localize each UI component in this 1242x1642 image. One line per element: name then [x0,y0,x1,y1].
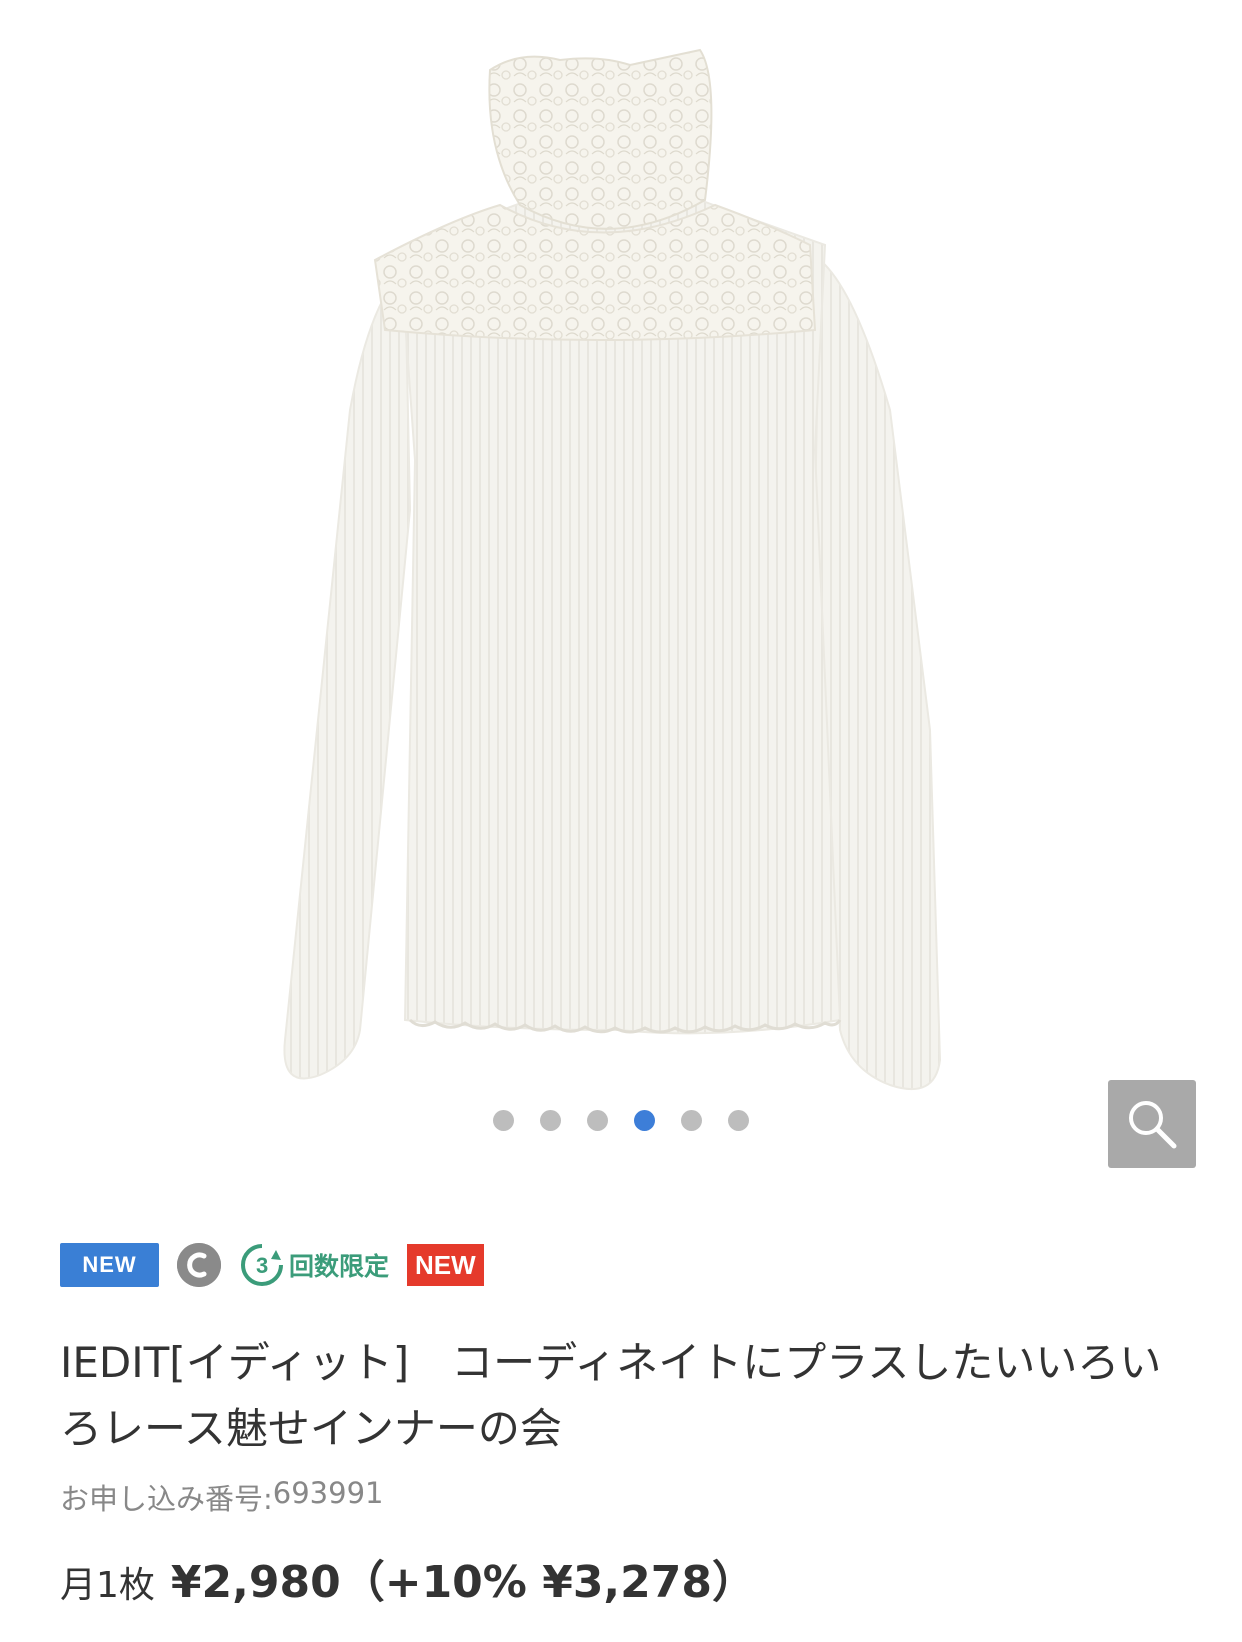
c-circle-icon [177,1243,221,1287]
order-number-label: お申し込み番号: [60,1482,273,1516]
product-image-carousel[interactable] [0,0,1242,1200]
magnifier-icon [1129,1101,1177,1149]
price: ¥2,980（+10% ¥3,278） [170,1557,756,1608]
price-row: 月1枚 ¥2,980（+10% ¥3,278） [60,1546,756,1610]
order-number-value: 693991 [272,1476,384,1510]
carousel-dot-2[interactable] [540,1110,561,1131]
carousel-dot-6[interactable] [728,1110,749,1131]
carousel-dot-1[interactable] [493,1110,514,1131]
limit-text: 回数限定 [289,1252,390,1281]
order-number: お申し込み番号: 693991 [60,1476,384,1518]
carousel-dot-3[interactable] [587,1110,608,1131]
limited-times-badge: 3 回数限定 [239,1242,389,1288]
price-unit: 月1枚 [60,1565,155,1606]
carousel-dot-4[interactable] [634,1110,655,1131]
limit-count-icon: 3 [241,1244,283,1286]
product-badges: NEW 3 回数限定 NEW [60,1242,484,1288]
new-badge-red: NEW [407,1244,484,1286]
product-photo [283,48,942,1090]
limit-number: 3 [256,1253,268,1278]
carousel-dots [0,1110,1242,1131]
zoom-button[interactable] [1108,1080,1196,1168]
carousel-dot-5[interactable] [681,1110,702,1131]
new-badge-blue: NEW [60,1243,159,1287]
product-title: IEDIT[イディット] コーディネイトにプラスしたいいろいろレース魅せインナー… [60,1338,1162,1453]
